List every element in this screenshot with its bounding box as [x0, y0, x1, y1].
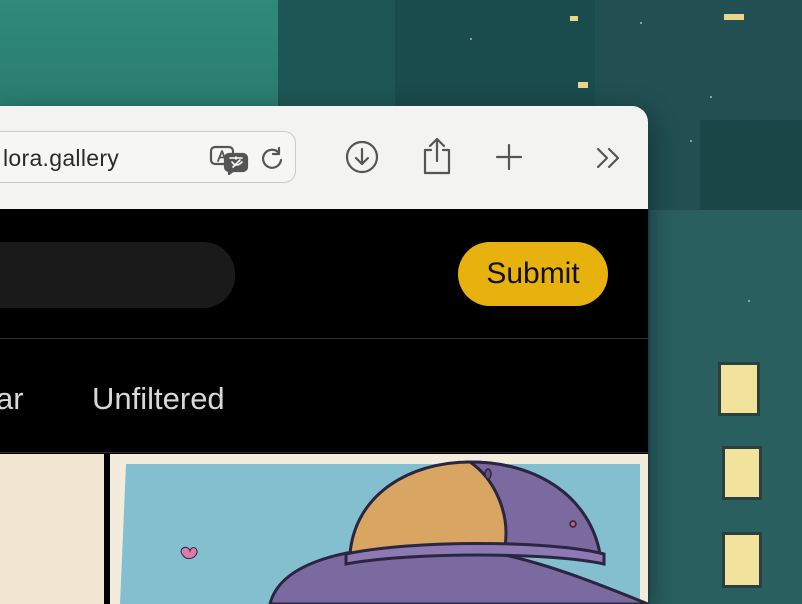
address-bar[interactable]: lora.gallery: [0, 131, 296, 183]
building-window: [578, 82, 588, 88]
address-text: lora.gallery: [3, 145, 120, 171]
search-input[interactable]: [0, 242, 235, 308]
chevron-double-right-icon[interactable]: [594, 146, 624, 170]
plus-icon[interactable]: [494, 142, 524, 172]
image-gallery: [0, 454, 648, 604]
gallery-image[interactable]: [0, 454, 104, 604]
gallery-image[interactable]: [110, 454, 648, 604]
translate-icon[interactable]: [209, 145, 249, 175]
share-icon[interactable]: [420, 136, 454, 176]
star: [470, 38, 472, 40]
reload-icon[interactable]: [259, 146, 285, 172]
browser-window: lora.gallery Submit ar Unfiltered: [0, 106, 648, 604]
tab-unfiltered[interactable]: Unfiltered: [92, 381, 225, 417]
building-window: [722, 446, 762, 500]
hat-illustration: [110, 454, 648, 604]
submit-button[interactable]: Submit: [458, 242, 608, 306]
building-window: [722, 532, 762, 588]
star: [690, 140, 692, 142]
building-window: [724, 14, 744, 20]
filter-tabs: ar Unfiltered: [0, 339, 648, 453]
star: [748, 300, 750, 302]
star: [640, 22, 642, 24]
building: [700, 120, 802, 210]
download-icon[interactable]: [344, 139, 380, 175]
star: [710, 96, 712, 98]
building-window: [718, 362, 760, 416]
site-header: Submit: [0, 210, 648, 339]
tab-popular[interactable]: ar: [0, 381, 24, 417]
building-window: [570, 16, 578, 21]
browser-toolbar: lora.gallery: [0, 106, 648, 209]
building: [395, 0, 595, 110]
